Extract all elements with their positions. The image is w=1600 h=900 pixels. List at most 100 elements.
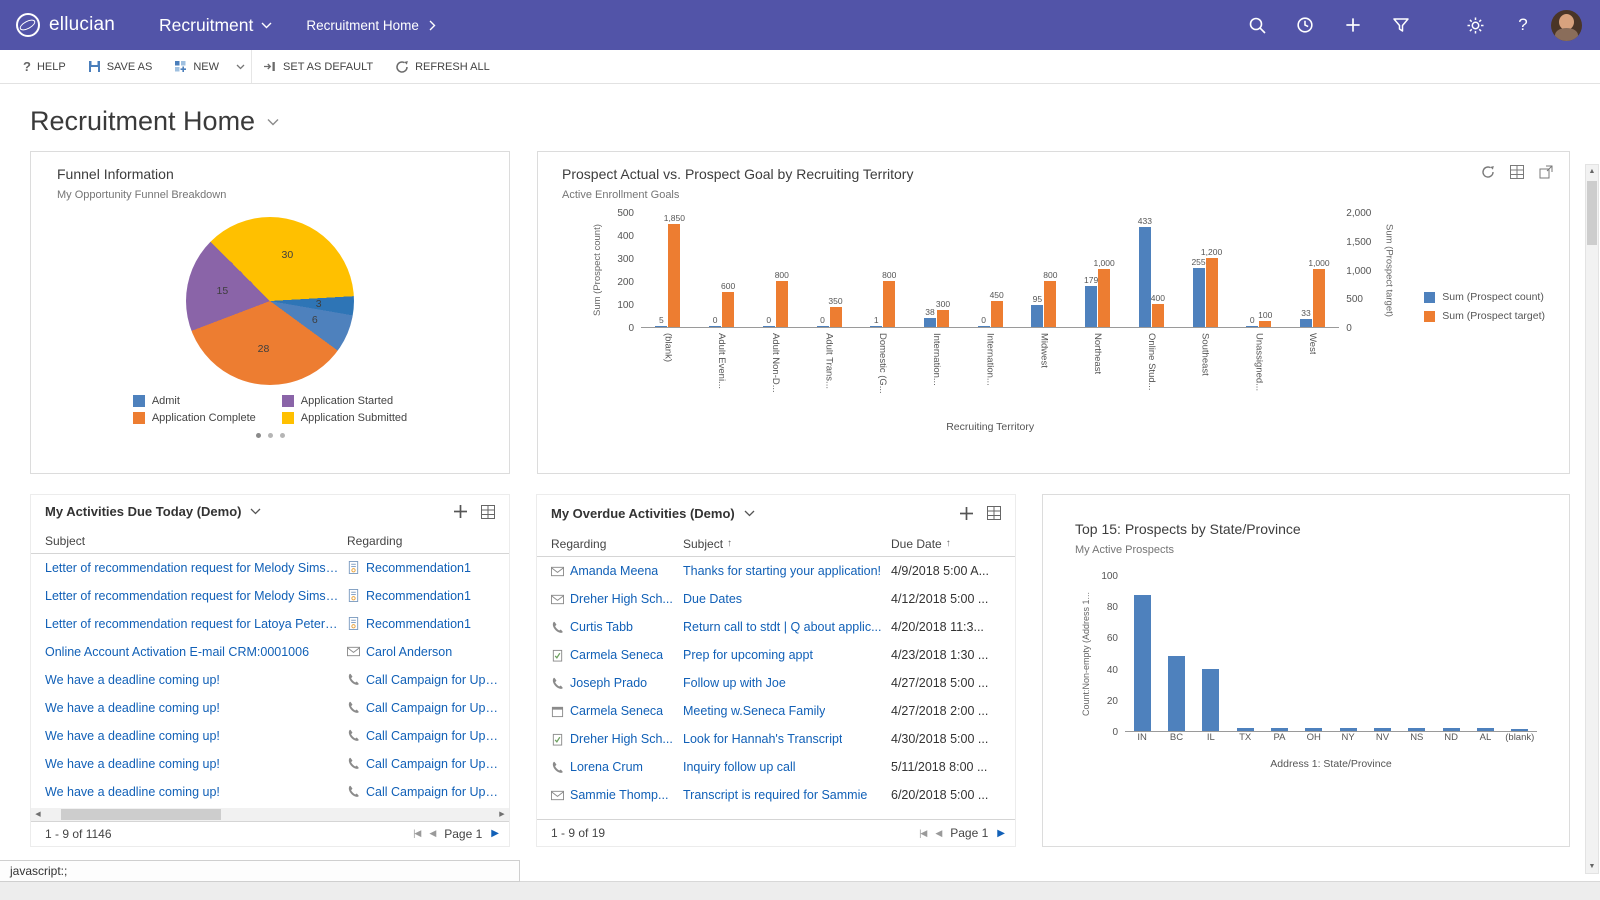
bar[interactable] <box>829 307 842 327</box>
bar[interactable] <box>1192 268 1205 327</box>
bar[interactable] <box>762 326 775 327</box>
activity-subject-link[interactable]: Inquiry follow up call <box>683 760 796 774</box>
bar[interactable] <box>1138 227 1151 327</box>
activity-subject-link[interactable]: Thanks for starting your application! <box>683 564 881 578</box>
regarding-link[interactable]: Call Campaign for Upcomin <box>366 785 501 799</box>
table-row[interactable]: Joseph Prado Follow up with Joe 4/27/2018 … <box>537 669 1015 697</box>
activity-subject-link[interactable]: We have a deadline coming up! <box>45 673 220 687</box>
bar[interactable] <box>1408 728 1426 731</box>
brand-home-button[interactable]: ellucian <box>16 13 115 37</box>
settings-gear-icon[interactable] <box>1451 0 1499 50</box>
activity-subject-link[interactable]: Return call to stdt | Q about applic... <box>683 620 882 634</box>
refresh-all-button[interactable]: REFRESH ALL <box>384 50 501 83</box>
bar[interactable] <box>1202 669 1220 731</box>
bar[interactable] <box>1205 258 1218 327</box>
regarding-link[interactable]: Recommendation1 <box>366 617 471 631</box>
bar[interactable] <box>1044 281 1057 327</box>
bar[interactable] <box>1246 326 1259 327</box>
table-row[interactable]: Letter of recommendation request for Lat… <box>31 610 509 638</box>
table-row[interactable]: Dreher High Sch... Look for Hannah's Tran… <box>537 725 1015 753</box>
activity-subject-link[interactable]: We have a deadline coming up! <box>45 729 220 743</box>
regarding-link[interactable]: Dreher High Sch... <box>570 592 673 606</box>
column-header[interactable]: Subject ↑ <box>683 537 891 551</box>
column-header[interactable]: Regarding <box>347 534 509 548</box>
regarding-link[interactable]: Joseph Prado <box>570 676 647 690</box>
bar[interactable] <box>1085 286 1098 327</box>
bar[interactable] <box>977 326 990 327</box>
bar[interactable] <box>709 326 722 327</box>
regarding-link[interactable]: Call Campaign for Upcomin <box>366 701 501 715</box>
open-grid-button[interactable] <box>985 504 1003 522</box>
bar[interactable] <box>1476 728 1494 731</box>
regarding-link[interactable]: Dreher High Sch... <box>570 732 673 746</box>
table-row[interactable]: Online Account Activation E-mail CRM:000… <box>31 638 509 666</box>
activity-subject-link[interactable]: We have a deadline coming up! <box>45 757 220 771</box>
bar[interactable] <box>775 281 788 327</box>
regarding-link[interactable]: Carmela Seneca <box>570 704 663 718</box>
set-as-default-button[interactable]: SET AS DEFAULT <box>252 50 384 83</box>
regarding-link[interactable]: Lorena Crum <box>570 760 643 774</box>
vertical-scrollbar[interactable]: ▲ ▼ <box>1585 164 1599 874</box>
scroll-left-arrow[interactable]: ◀ <box>31 808 45 821</box>
bar[interactable] <box>1236 728 1254 731</box>
bar[interactable] <box>722 292 735 327</box>
recently-viewed-icon[interactable] <box>1281 0 1329 50</box>
legend-page-dots[interactable] <box>57 433 483 438</box>
breadcrumb[interactable]: Recruitment Home <box>306 18 436 33</box>
table-row[interactable]: Carmela Seneca Meeting w.Seneca Family 4/2… <box>537 697 1015 725</box>
user-avatar[interactable] <box>1551 9 1582 41</box>
scrollbar-thumb[interactable] <box>61 808 221 820</box>
bar[interactable] <box>883 281 896 327</box>
search-icon[interactable] <box>1233 0 1281 50</box>
scroll-right-arrow[interactable]: ▶ <box>495 808 509 821</box>
column-header[interactable]: Due Date ↑ <box>891 537 1015 551</box>
bar[interactable] <box>1151 304 1164 327</box>
advanced-find-icon[interactable] <box>1377 0 1425 50</box>
activity-subject-link[interactable]: Transcript is required for Sammie <box>683 788 867 802</box>
table-row[interactable]: We have a deadline coming up! Call Campai… <box>31 750 509 778</box>
bar[interactable] <box>1098 269 1111 327</box>
regarding-link[interactable]: Carmela Seneca <box>570 648 663 662</box>
prev-page-button[interactable]: ◀ <box>429 828 436 839</box>
new-button[interactable]: NEW <box>163 50 230 83</box>
view-selector-chevron[interactable] <box>250 508 261 515</box>
bar[interactable] <box>1031 305 1044 327</box>
table-row[interactable]: We have a deadline coming up! Call Campai… <box>31 778 509 806</box>
table-row[interactable]: Amanda Meena Thanks for starting your app… <box>537 557 1015 585</box>
next-page-button[interactable]: ▶ <box>997 828 1005 839</box>
scrollbar-thumb[interactable] <box>1587 181 1597 245</box>
dashboard-selector-chevron[interactable] <box>267 118 279 126</box>
regarding-link[interactable]: Carol Anderson <box>366 645 452 659</box>
regarding-link[interactable]: Amanda Meena <box>570 564 658 578</box>
bar[interactable] <box>816 326 829 327</box>
add-activity-button[interactable] <box>957 504 976 523</box>
activity-subject-link[interactable]: Online Account Activation E-mail CRM:000… <box>45 645 309 659</box>
bar[interactable] <box>1339 728 1357 731</box>
activity-subject-link[interactable]: Follow up with Joe <box>683 676 786 690</box>
regarding-link[interactable]: Call Campaign for Upcomin <box>366 757 501 771</box>
app-switcher-menu[interactable]: Recruitment <box>159 15 272 36</box>
next-page-button[interactable]: ▶ <box>491 828 499 839</box>
open-grid-button[interactable] <box>479 503 497 521</box>
bar[interactable] <box>1299 319 1312 327</box>
activity-subject-link[interactable]: Meeting w.Seneca Family <box>683 704 825 718</box>
first-page-button[interactable]: |◀ <box>919 828 927 839</box>
bar[interactable] <box>1133 595 1151 731</box>
add-activity-button[interactable] <box>451 502 470 521</box>
save-as-button[interactable]: SAVE AS <box>77 50 164 83</box>
bar[interactable] <box>1373 728 1391 731</box>
bar[interactable] <box>1305 728 1323 731</box>
funnel-pie-chart[interactable]: 30 3 6 28 15 <box>186 217 354 385</box>
bar[interactable] <box>1511 729 1529 731</box>
activity-subject-link[interactable]: Letter of recommendation request for Lat… <box>45 617 341 631</box>
bar[interactable] <box>1167 656 1185 731</box>
table-row[interactable]: We have a deadline coming up! Call Campai… <box>31 666 509 694</box>
help-icon[interactable]: ? <box>1499 0 1547 50</box>
column-header[interactable]: Subject <box>45 534 347 548</box>
quick-create-icon[interactable] <box>1329 0 1377 50</box>
prev-page-button[interactable]: ◀ <box>935 828 942 839</box>
table-row[interactable]: Letter of recommendation request for Mel… <box>31 554 509 582</box>
bar[interactable] <box>1312 269 1325 327</box>
bar[interactable] <box>870 326 883 327</box>
view-grid-icon[interactable] <box>1510 165 1524 179</box>
